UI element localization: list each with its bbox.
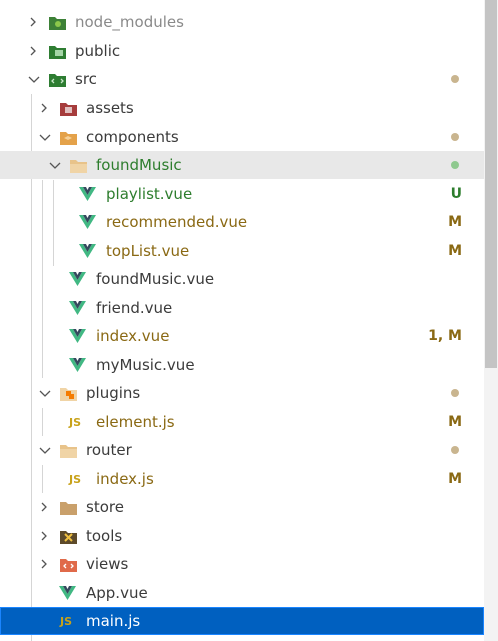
git-status-badge: M bbox=[448, 414, 462, 430]
tree-item-label: index.js bbox=[96, 470, 154, 488]
modified-dot bbox=[451, 75, 459, 83]
tree-item-index-vue[interactable]: index.vue 1, M bbox=[0, 322, 484, 350]
tree-item-src[interactable]: src bbox=[0, 65, 484, 93]
chevron-down-icon[interactable] bbox=[36, 379, 52, 407]
tree-item-playlist-vue[interactable]: playlist.vue U bbox=[0, 180, 484, 208]
tree-item-recommended-vue[interactable]: recommended.vue M bbox=[0, 208, 484, 236]
git-status-badge: U bbox=[450, 186, 462, 202]
tree-item-label: assets bbox=[86, 99, 134, 117]
tree-item-label: foundMusic bbox=[96, 156, 182, 174]
tree-item-mymusic-vue[interactable]: myMusic.vue bbox=[0, 351, 484, 379]
modified-dot bbox=[451, 389, 459, 397]
tree-item-foundmusic-folder[interactable]: foundMusic bbox=[0, 151, 484, 179]
tree-item-label: friend.vue bbox=[96, 299, 173, 317]
tree-item-assets[interactable]: assets bbox=[0, 94, 484, 122]
added-dot bbox=[451, 161, 459, 169]
chevron-down-icon[interactable] bbox=[46, 151, 62, 179]
tree-item-label: public bbox=[75, 42, 121, 60]
vue-file-icon bbox=[79, 214, 96, 230]
tree-item-label: topList.vue bbox=[106, 242, 190, 260]
git-status-badge: M bbox=[448, 243, 462, 259]
modified-dot bbox=[451, 133, 459, 141]
tree-item-label: plugins bbox=[86, 384, 141, 402]
tree-item-label: playlist.vue bbox=[106, 185, 193, 203]
vue-file-icon bbox=[69, 328, 86, 344]
folder-icon bbox=[60, 499, 77, 515]
scrollbar-thumb[interactable] bbox=[485, 0, 497, 368]
tree-item-main-js[interactable]: JS main.js bbox=[0, 607, 484, 635]
tree-item-label: recommended.vue bbox=[106, 213, 248, 231]
vue-file-icon bbox=[79, 243, 96, 259]
chevron-down-icon[interactable] bbox=[36, 436, 52, 464]
tree-item-label: App.vue bbox=[86, 584, 148, 602]
chevron-right-icon[interactable] bbox=[36, 493, 52, 521]
vue-file-icon bbox=[69, 300, 86, 316]
tree-item-tools[interactable]: tools bbox=[0, 522, 484, 550]
tree-item-label: foundMusic.vue bbox=[96, 270, 215, 288]
folder-assets-icon bbox=[60, 100, 77, 116]
tree-item-label: components bbox=[86, 128, 179, 146]
tree-item-label: node_modules bbox=[75, 13, 184, 31]
tree-item-label: index.vue bbox=[96, 327, 170, 345]
folder-src-icon bbox=[49, 71, 66, 87]
vue-file-icon bbox=[69, 271, 86, 287]
chevron-right-icon[interactable] bbox=[25, 8, 41, 36]
folder-tools-icon bbox=[60, 528, 77, 544]
folder-icon bbox=[60, 442, 77, 458]
modified-dot bbox=[451, 446, 459, 454]
chevron-right-icon[interactable] bbox=[25, 37, 41, 65]
folder-public-icon bbox=[49, 43, 66, 59]
folder-views-icon bbox=[60, 556, 77, 572]
git-status-badge: M bbox=[448, 214, 462, 230]
tree-item-label: element.js bbox=[96, 413, 175, 431]
js-file-icon: JS bbox=[60, 615, 73, 628]
vue-file-icon bbox=[59, 585, 76, 601]
tree-item-label: myMusic.vue bbox=[96, 356, 195, 374]
chevron-down-icon[interactable] bbox=[25, 65, 41, 93]
tree-item-label: store bbox=[86, 498, 124, 516]
tree-item-index-js[interactable]: JS index.js M bbox=[0, 465, 484, 493]
vue-file-icon bbox=[69, 357, 86, 373]
tree-item-label: router bbox=[86, 441, 132, 459]
tree-item-element-js[interactable]: JS element.js M bbox=[0, 408, 484, 436]
chevron-right-icon[interactable] bbox=[36, 94, 52, 122]
tree-item-plugins[interactable]: plugins bbox=[0, 379, 484, 407]
chevron-down-icon[interactable] bbox=[36, 123, 52, 151]
tree-item-public[interactable]: public bbox=[0, 37, 484, 65]
tree-item-store[interactable]: store bbox=[0, 493, 484, 521]
git-status-badge: 1, M bbox=[428, 328, 462, 344]
tree-item-label: views bbox=[86, 555, 129, 573]
folder-components-icon bbox=[60, 129, 77, 145]
tree-item-components[interactable]: components bbox=[0, 123, 484, 151]
vue-file-icon bbox=[79, 186, 96, 202]
tree-item-toplist-vue[interactable]: topList.vue M bbox=[0, 237, 484, 265]
tree-item-label: src bbox=[75, 70, 97, 88]
folder-node-icon bbox=[49, 14, 66, 30]
tree-item-node-modules[interactable]: node_modules bbox=[0, 8, 484, 36]
tree-item-router[interactable]: router bbox=[0, 436, 484, 464]
file-explorer-tree: node_modules public src assets component… bbox=[0, 0, 484, 641]
chevron-right-icon[interactable] bbox=[36, 522, 52, 550]
js-file-icon: JS bbox=[69, 416, 82, 429]
tree-item-friend-vue[interactable]: friend.vue bbox=[0, 294, 484, 322]
tree-item-foundmusic-vue[interactable]: foundMusic.vue bbox=[0, 265, 484, 293]
tree-item-label: tools bbox=[86, 527, 123, 545]
tree-item-label: main.js bbox=[86, 612, 141, 630]
vertical-scrollbar[interactable] bbox=[484, 0, 498, 641]
tree-item-app-vue[interactable]: App.vue bbox=[0, 579, 484, 607]
chevron-right-icon[interactable] bbox=[36, 550, 52, 578]
git-status-badge: M bbox=[448, 471, 462, 487]
folder-plugin-icon bbox=[60, 385, 77, 401]
folder-icon bbox=[70, 157, 87, 173]
tree-item-views[interactable]: views bbox=[0, 550, 484, 578]
js-file-icon: JS bbox=[69, 473, 82, 486]
